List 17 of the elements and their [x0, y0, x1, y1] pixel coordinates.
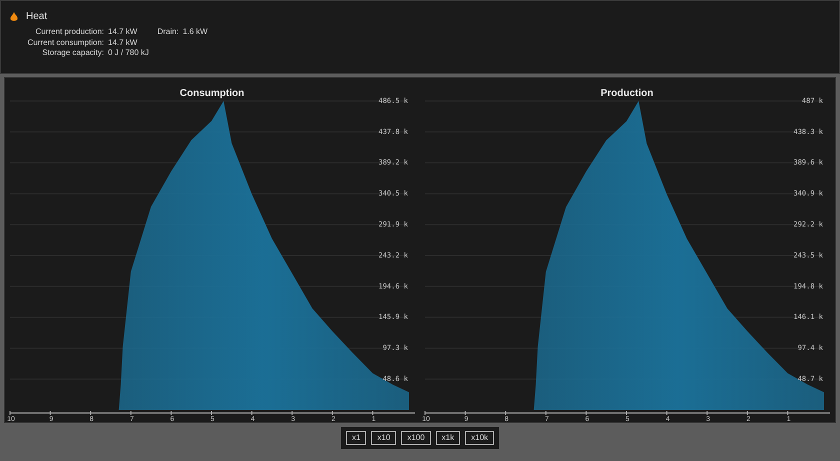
- stat-label: Current production:: [34, 27, 104, 38]
- chart-title: Consumption: [180, 88, 244, 99]
- stat-label: Current consumption:: [26, 38, 104, 48]
- stat-value: 14.7 kW: [108, 38, 138, 48]
- scale-button[interactable]: x1: [346, 431, 366, 445]
- scale-button[interactable]: x10: [371, 431, 396, 445]
- stat-value: 0 J / 780 kJ: [108, 48, 149, 58]
- stat-value: 1.6 kW: [182, 27, 208, 38]
- flame-icon: [10, 12, 18, 22]
- panel-title: Heat: [26, 10, 48, 24]
- chart-title: Production: [600, 88, 654, 99]
- stat-label: Drain:: [157, 27, 179, 38]
- scale-button[interactable]: x10k: [465, 431, 494, 445]
- scale-button[interactable]: x1k: [436, 431, 460, 445]
- scale-button[interactable]: x100: [401, 431, 431, 445]
- stat-label: Storage capacity:: [41, 48, 104, 58]
- stat-value: 14.7 kW: [108, 27, 138, 38]
